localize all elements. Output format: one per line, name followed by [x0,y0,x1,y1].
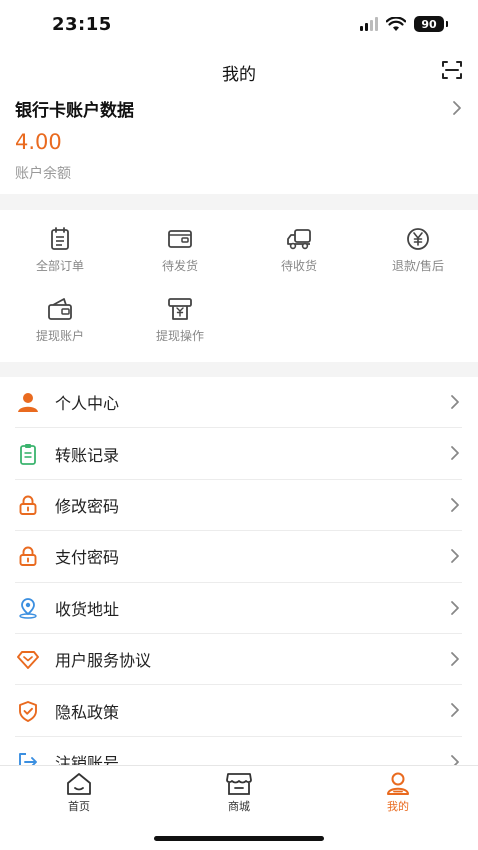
shortcut-label: 全部订单 [35,259,84,273]
tab-mine[interactable]: 我的 [358,772,438,814]
chevron-right-icon [451,703,459,718]
shop-icon [226,773,252,795]
truck-icon [287,229,311,250]
shortcut-label: 待收货 [280,259,317,273]
account-balance: 4.00 [15,130,62,154]
section-divider [0,362,478,377]
wifi-icon [386,16,406,31]
clipboard-list-icon [51,227,69,250]
nav-bar: 我的 [0,48,478,92]
chevron-right-icon [451,652,459,666]
clipboard-icon [15,441,41,467]
lock-icon [15,543,41,569]
location-icon [15,595,41,621]
shortcut-withdraw[interactable]: 提现操作 [120,297,240,357]
status-time: 23:15 [52,14,112,35]
scan-icon[interactable] [440,58,464,82]
chevron-right-icon [451,395,459,409]
account-title: 银行卡账户数据 [15,101,134,121]
tab-label: 我的 [387,800,409,813]
chevron-right-icon [451,549,459,564]
tab-label: 商城 [228,800,250,813]
profile-icon [387,772,409,795]
chevron-right-icon [451,497,459,512]
menu-item-user-agreement[interactable]: 用户服务协议 [15,634,462,686]
menu-item-privacy-policy[interactable]: 隐私政策 [15,685,462,737]
menu-item-transfer-records[interactable]: 转账记录 [15,428,462,480]
shield-icon [15,698,41,724]
shortcut-label: 提现操作 [155,329,204,343]
chevron-right-icon [451,754,459,765]
page-title: 我的 [222,65,256,85]
menu-item-label: 修改密码 [55,496,120,516]
logout-icon [15,749,41,765]
menu-item-label: 收货地址 [55,599,120,619]
status-bar: 23:15 90 [0,0,478,48]
section-divider [0,194,478,210]
tab-home[interactable]: 首页 [39,772,119,814]
chevron-right-icon [451,600,459,615]
battery-icon: 90 [414,16,448,32]
shortcut-pending-shipment[interactable]: 待发货 [120,227,240,287]
chevron-right-icon [453,101,461,115]
menu-item-change-password[interactable]: 修改密码 [15,480,462,532]
account-balance-label: 账户余额 [15,166,71,182]
shortcut-withdraw-account[interactable]: 提现账户 [0,297,120,357]
shortcut-label: 提现账户 [35,329,84,343]
menu-item-label: 注销账号 [55,753,120,765]
account-card[interactable]: 银行卡账户数据 4.00 账户余额 [0,92,478,194]
home-indicator [154,836,324,841]
shortcut-refund[interactable]: 退款/售后 [358,227,478,287]
menu-item-label: 隐私政策 [55,702,120,722]
shortcut-all-orders[interactable]: 全部订单 [0,227,120,287]
home-icon [67,773,91,795]
menu-item-label: 用户服务协议 [55,651,152,671]
lock-icon [15,492,41,518]
menu-item-shipping-address[interactable]: 收货地址 [15,583,462,634]
shortcut-label: 待发货 [161,259,198,273]
menu-item-label: 个人中心 [55,394,120,414]
status-icons: 90 [360,16,448,32]
shortcut-pending-receipt[interactable]: 待收货 [239,227,359,287]
menu-item-payment-password[interactable]: 支付密码 [15,531,462,583]
menu-item-label: 支付密码 [55,548,120,568]
menu-item-delete-account[interactable]: 注销账号 [15,737,462,765]
menu-item-label: 转账记录 [55,445,120,465]
diamond-icon [15,646,41,672]
wallet-card-icon [48,298,72,320]
user-icon [15,389,41,415]
chevron-right-icon [451,446,459,461]
signal-icon [360,17,378,31]
shortcut-label: 退款/售后 [391,259,445,273]
tab-shop[interactable]: 商城 [199,772,279,814]
order-shortcuts: 全部订单 待发货 待收货 退款/售后 提现账户 提现操作 [0,210,478,362]
menu-item-profile[interactable]: 个人中心 [15,377,462,429]
wallet-icon [168,230,192,248]
settings-menu: 个人中心 转账记录 修改密码 支付密码 收货地址 用户服务协议 隐私政策 注销账… [0,377,478,765]
atm-yen-icon [168,298,192,320]
yen-circle-icon [407,228,429,250]
tab-label: 首页 [68,800,90,813]
